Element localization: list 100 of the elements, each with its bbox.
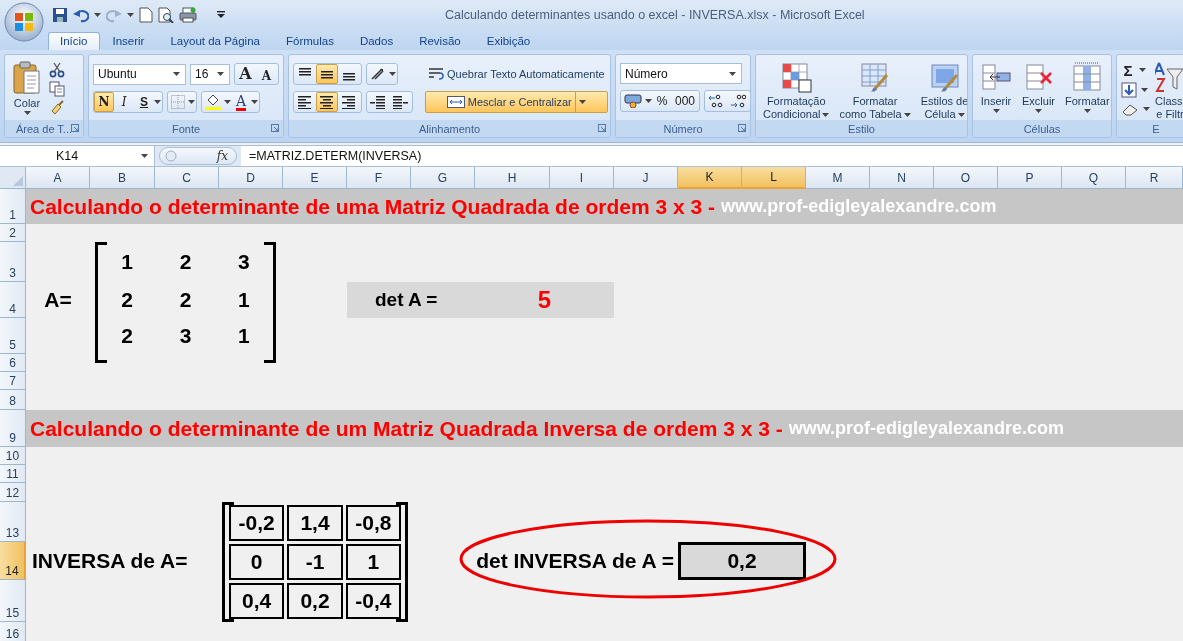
column-header[interactable]: J (614, 167, 678, 189)
row-header[interactable]: 2 (0, 224, 26, 242)
column-header[interactable]: M (806, 167, 870, 189)
fill-down-icon[interactable] (1121, 81, 1137, 98)
customize-toolbar-icon[interactable] (217, 11, 225, 19)
matrix-cell: 0,2 (287, 583, 343, 619)
font-size-field[interactable]: 16 (190, 63, 230, 85)
font-color-button[interactable]: A (231, 92, 251, 112)
format-button[interactable]: Formatar (1062, 58, 1111, 120)
row-header[interactable]: 14 (0, 542, 26, 580)
format-as-table-button[interactable]: Formatar como Tabela (836, 58, 914, 120)
row-header[interactable]: 8 (0, 390, 26, 410)
font-name-field[interactable]: Ubuntu (93, 63, 186, 85)
fill-color-button[interactable] (202, 92, 224, 112)
column-header[interactable]: I (550, 167, 614, 189)
column-header[interactable]: E (283, 167, 347, 189)
ribbon-tab[interactable]: Fórmulas (273, 33, 347, 50)
column-header[interactable]: O (934, 167, 998, 189)
dialog-launcher-icon[interactable] (738, 124, 746, 132)
row-header[interactable]: 9 (0, 410, 26, 447)
column-header[interactable]: H (475, 167, 550, 189)
clipboard-icon (12, 61, 42, 95)
cell-styles-button[interactable]: Estilos de Célula (917, 58, 967, 120)
conditional-formatting-button[interactable]: Formatação Condicional (760, 58, 833, 120)
increase-decimal-icon (708, 94, 725, 108)
column-header[interactable]: Q (1062, 167, 1126, 189)
borders-icon (171, 95, 185, 109)
column-header[interactable]: P (998, 167, 1062, 189)
row-header[interactable]: 6 (0, 354, 26, 372)
column-header[interactable]: C (155, 167, 219, 189)
column-header[interactable]: D (219, 167, 283, 189)
format-painter-icon[interactable] (49, 100, 65, 117)
new-document-icon[interactable] (139, 7, 153, 23)
result-cell[interactable]: 0,2 (678, 542, 806, 580)
row-header[interactable]: 16 (0, 622, 26, 641)
dialog-launcher-icon[interactable] (71, 124, 79, 132)
scissors-icon[interactable] (49, 61, 65, 78)
undo-icon[interactable] (73, 7, 89, 23)
row-header[interactable]: 13 (0, 502, 26, 542)
row-header[interactable]: 11 (0, 465, 26, 483)
percent-button[interactable]: % (652, 91, 672, 111)
row-header[interactable]: 4 (0, 282, 26, 318)
column-header[interactable]: A (26, 167, 90, 189)
save-icon[interactable] (52, 7, 68, 23)
group-label: Área de T... (15, 122, 73, 135)
column-header[interactable]: L (742, 167, 806, 189)
group-label: Alinhamento (418, 122, 481, 135)
matrix-cell: 1 (345, 544, 401, 580)
row-header[interactable]: 15 (0, 580, 26, 622)
column-header[interactable]: K (678, 167, 742, 189)
align-middle-button[interactable] (316, 64, 338, 84)
bold-button[interactable]: N (94, 92, 114, 112)
printer-icon[interactable] (179, 7, 197, 23)
currency-button[interactable] (621, 91, 645, 111)
name-box[interactable]: K14 (0, 146, 155, 166)
print-preview-icon[interactable] (158, 7, 174, 23)
ribbon-tab[interactable]: Dados (346, 33, 407, 50)
text-orientation-icon (370, 67, 386, 81)
shrink-font-button[interactable]: A (256, 64, 277, 84)
merge-center-button[interactable]: Mesclar e Centralizar (425, 91, 608, 113)
column-header[interactable]: N (870, 167, 934, 189)
delete-button[interactable]: Excluir (1019, 58, 1058, 120)
matrix-label: INVERSA de A= (31, 548, 189, 574)
dialog-launcher-icon[interactable] (598, 124, 606, 132)
grow-font-button[interactable]: A (235, 64, 256, 84)
row-header[interactable]: 12 (0, 483, 26, 502)
italic-button[interactable]: I (114, 92, 134, 112)
row-header[interactable]: 7 (0, 372, 26, 390)
caret-icon (141, 154, 148, 158)
column-header[interactable]: R (1126, 167, 1183, 189)
align-center-button[interactable] (316, 92, 338, 112)
formula-field[interactable]: =MATRIZ.DETERM(INVERSA) (241, 146, 1183, 166)
row-header[interactable]: 1 (0, 189, 26, 224)
dialog-launcher-icon[interactable] (271, 124, 279, 132)
row-header[interactable]: 3 (0, 242, 26, 282)
underline-button[interactable]: S (134, 92, 154, 112)
ribbon-tab[interactable]: Revisão (406, 33, 474, 50)
resize-handle-icon[interactable] (165, 150, 177, 162)
number-format-field[interactable]: Número (620, 63, 742, 84)
row-header[interactable]: 10 (0, 447, 26, 465)
column-header[interactable]: B (90, 167, 155, 189)
office-button-icon[interactable] (4, 2, 44, 42)
column-header[interactable]: G (411, 167, 475, 189)
paste-button[interactable]: Colar (9, 58, 45, 120)
matrix-cell: -0,4 (345, 583, 401, 619)
ribbon-tab[interactable]: Exibição (473, 33, 544, 50)
insert-function-button[interactable]: fx (216, 149, 228, 163)
ribbon-tab[interactable]: Início (48, 32, 100, 50)
autosum-button[interactable]: Σ (1121, 60, 1135, 80)
row-header[interactable]: 5 (0, 318, 26, 354)
caret-icon (645, 99, 652, 103)
column-header[interactable]: F (347, 167, 411, 189)
wrap-text-button[interactable]: Quebrar Texto Automaticamente (425, 63, 608, 85)
ribbon-tab[interactable]: Inserir (99, 33, 158, 50)
thousands-button[interactable]: 000 (672, 91, 699, 111)
caret-icon (822, 112, 830, 117)
insert-button[interactable]: Inserir (977, 58, 1015, 120)
copy-icon[interactable] (49, 81, 65, 97)
matrix-label: A= (43, 287, 73, 313)
ribbon-tab[interactable]: Layout da Página (157, 33, 273, 50)
